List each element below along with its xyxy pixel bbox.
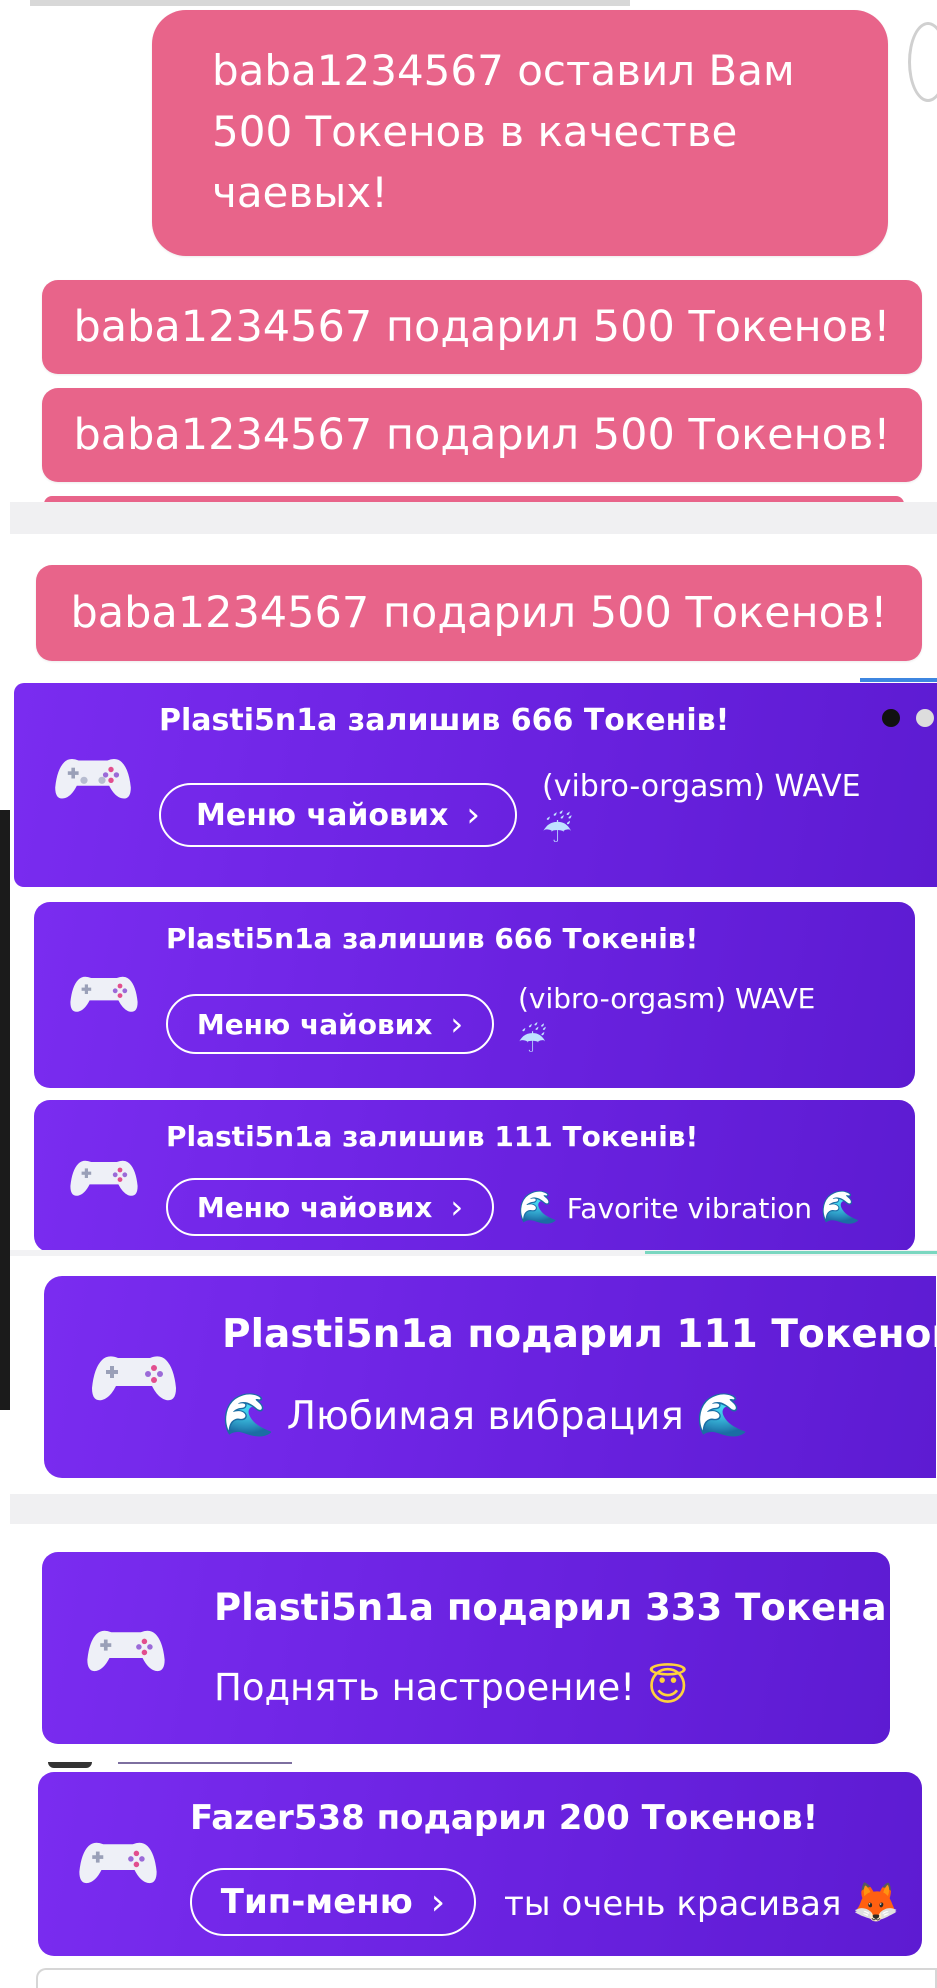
gamepad-icon — [70, 1160, 138, 1196]
tip-card: Plasti5n1a подарил 111 Токенов! 🌊 Любима… — [44, 1276, 937, 1478]
chevron-right-icon: › — [466, 795, 480, 835]
tip-card: Fazer538 подарил 200 Токенов! Тип-меню ›… — [38, 1772, 922, 1956]
tip-card: Plasti5n1a подарил 333 Токена! Поднять н… — [42, 1552, 903, 1744]
tip-description: 🌊 Любимая вибрация 🌊 — [222, 1390, 749, 1439]
tip-menu-button[interactable]: Меню чайових › — [166, 994, 494, 1054]
chevron-right-icon: › — [450, 1188, 464, 1226]
tip-menu-button-label: Меню чайових — [196, 797, 449, 833]
pager-dot[interactable] — [916, 709, 934, 727]
tip-menu-button-label: Меню чайових — [196, 1007, 433, 1041]
gamepad-icon — [55, 759, 131, 799]
tip-card: Plasti5n1a залишив 666 Токенів! Меню чай… — [14, 683, 937, 887]
gift-message-bar: baba1234567 подарил 500 Токенов! — [42, 388, 922, 482]
gift-message-bar: baba1234567 подарил 500 Токенов! — [36, 565, 922, 661]
smiling-halo-icon: 😇 — [646, 1664, 689, 1710]
tip-menu-button-label: Тип-меню — [220, 1882, 413, 1922]
tip-description: Поднять настроение! 😇 — [214, 1664, 689, 1710]
tip-card: Plasti5n1a залишив 666 Токенів! Меню чай… — [34, 902, 915, 1088]
gamepad-icon — [87, 1630, 165, 1672]
tip-description: (vibro-orgasm) WAVE ☔ — [542, 769, 861, 851]
tip-card: Plasti5n1a залишив 111 Токенів! Меню чай… — [34, 1100, 915, 1252]
divider-accent — [645, 1251, 937, 1254]
separator-line — [118, 1762, 292, 1764]
tip-title: Plasti5n1a залишив 666 Токенів! — [159, 703, 730, 738]
gift-message-text: baba1234567 подарил 500 Токенов! — [70, 588, 888, 638]
tip-description: 🌊 Favorite vibration 🌊 — [518, 1188, 861, 1226]
left-edge-strip — [0, 810, 10, 1410]
umbrella-rain-icon: ☔ — [542, 811, 573, 851]
gamepad-icon — [79, 1842, 157, 1884]
tip-description: ты очень красивая 🦊 — [504, 1880, 900, 1924]
tip-menu-button[interactable]: Тип-меню › — [190, 1868, 476, 1936]
gamepad-icon — [70, 976, 138, 1012]
gift-message-bar: baba1234567 подарил 500 Токенов! — [42, 280, 922, 374]
gift-message-text: baba1234567 подарил 500 Токенов! — [73, 410, 891, 460]
top-right-accent — [860, 678, 937, 682]
chevron-right-icon: › — [450, 1005, 464, 1043]
wave-icon: 🌊 — [518, 1188, 558, 1226]
avatar-fragment — [48, 1762, 92, 1768]
tip-menu-button[interactable]: Меню чайових › — [166, 1178, 494, 1236]
wave-icon: 🌊 — [820, 1188, 861, 1226]
fox-icon: 🦊 — [852, 1880, 900, 1924]
wave-icon: 🌊 — [696, 1390, 749, 1439]
tip-message-text: baba1234567 оставил Вам 500 Токенов в ка… — [212, 46, 795, 217]
chevron-right-icon: › — [430, 1881, 446, 1923]
umbrella-rain-icon: ☔ — [518, 1022, 547, 1060]
tip-menu-button-label: Меню чайових — [196, 1190, 433, 1224]
tip-message-bubble: baba1234567 оставил Вам 500 Токенов в ка… — [152, 10, 888, 256]
bottom-input-fragment — [36, 1968, 937, 1988]
top-edge-fragment — [30, 0, 630, 6]
tip-title: Fazer538 подарил 200 Токенов! — [190, 1798, 819, 1838]
gamepad-icon — [92, 1356, 176, 1401]
tip-title: Plasti5n1a подарил 333 Токена! — [214, 1586, 904, 1629]
wave-icon: 🌊 — [222, 1390, 275, 1439]
tip-title: Plasti5n1a подарил 111 Токенов! — [222, 1312, 937, 1357]
tip-title: Plasti5n1a залишив 666 Токенів! — [166, 922, 699, 955]
tip-description: (vibro-orgasm) WAVE ☔ — [518, 982, 816, 1060]
gift-message-text: baba1234567 подарил 500 Токенов! — [73, 302, 891, 352]
top-right-circle-fragment — [908, 22, 937, 102]
tip-menu-button[interactable]: Меню чайових › — [159, 783, 517, 847]
divider-band — [10, 1494, 937, 1524]
tip-title: Plasti5n1a залишив 111 Токенів! — [166, 1120, 699, 1153]
pager-dot-active[interactable] — [882, 709, 900, 727]
divider-band — [10, 502, 937, 534]
